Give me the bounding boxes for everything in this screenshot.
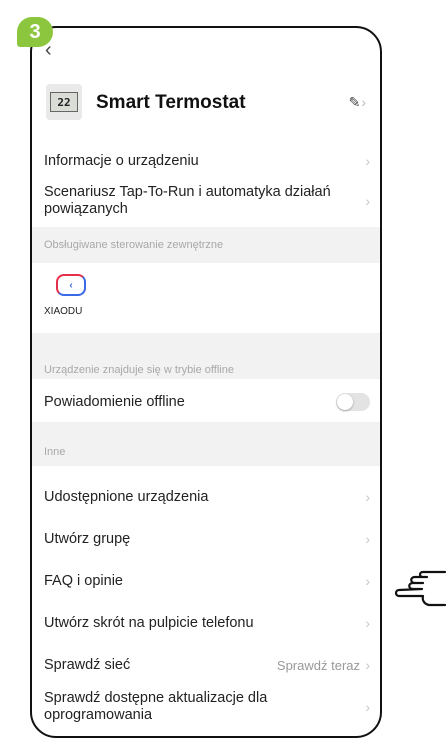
xiaodu-label: XIAODU bbox=[44, 306, 83, 317]
chevron-right-icon: › bbox=[365, 153, 370, 169]
pencil-icon[interactable]: ✎› bbox=[349, 94, 366, 111]
step-number-badge: 3 bbox=[17, 17, 53, 47]
xiaodu-logo-icon[interactable]: ‹ bbox=[56, 274, 86, 296]
row-home-shortcut[interactable]: Utwórz skrót na pulpicie telefonu › bbox=[32, 604, 380, 642]
row-check-network[interactable]: Sprawdź sieć Sprawdź teraz › bbox=[32, 646, 380, 684]
chevron-right-icon: › bbox=[365, 615, 370, 631]
row-label: Sprawdź dostępne aktualizacje dla oprogr… bbox=[44, 690, 268, 723]
toggle-knob bbox=[337, 394, 353, 410]
row-create-group[interactable]: Utwórz grupę › bbox=[32, 520, 380, 558]
chevron-right-icon: › bbox=[365, 531, 370, 547]
section-header-other: Inne bbox=[32, 422, 380, 466]
row-device-info[interactable]: Informacje o urządzeniu › bbox=[32, 146, 380, 176]
chevron-right-icon: › bbox=[361, 94, 366, 110]
chevron-right-icon: › bbox=[365, 573, 370, 589]
chevron-right-icon: › bbox=[365, 699, 370, 715]
chevron-right-icon: › bbox=[365, 657, 370, 673]
row-label: Powiadomienie offline bbox=[44, 393, 185, 410]
chevron-right-icon: › bbox=[365, 193, 370, 209]
row-label: Scenariusz Tap-To-Run i automatyka dział… bbox=[44, 184, 331, 217]
section-header-external-control: Obsługiwane sterowanie zewnętrzne bbox=[32, 227, 380, 263]
phone-frame: ‹ 22 Smart Termostat ✎› Informacje o urz… bbox=[30, 26, 382, 738]
chevron-right-icon: › bbox=[365, 489, 370, 505]
row-label: Utwórz grupę bbox=[44, 530, 131, 547]
row-tap-to-run[interactable]: Scenariusz Tap-To-Run i automatyka dział… bbox=[32, 178, 380, 224]
row-faq[interactable]: FAQ i opinie › bbox=[32, 562, 380, 600]
row-offline-notification[interactable]: Powiadomienie offline bbox=[32, 383, 380, 421]
device-name: Smart Termostat bbox=[96, 92, 246, 113]
device-header: 22 Smart Termostat ✎› bbox=[32, 80, 380, 130]
pointing-hand-icon bbox=[394, 570, 447, 607]
xiaodu-integration: ‹ XIAODU bbox=[32, 268, 380, 332]
row-label: Udostępnione urządzenia bbox=[44, 488, 209, 505]
section-header-offline: Urządzenie znajduje się w trybie offline bbox=[32, 333, 380, 379]
row-label: FAQ i opinie bbox=[44, 572, 123, 589]
thermostat-display: 22 bbox=[50, 92, 78, 112]
row-label: Informacje o urządzeniu bbox=[44, 152, 199, 169]
thermostat-thumbnail-icon: 22 bbox=[46, 84, 82, 120]
row-value: Sprawdź teraz bbox=[276, 657, 360, 673]
row-shared-devices[interactable]: Udostępnione urządzenia › bbox=[32, 478, 380, 516]
row-label: Utwórz skrót na pulpicie telefonu bbox=[44, 614, 254, 631]
offline-notification-toggle[interactable] bbox=[336, 393, 370, 411]
row-firmware-update[interactable]: Sprawdź dostępne aktualizacje dla oprogr… bbox=[32, 688, 380, 726]
